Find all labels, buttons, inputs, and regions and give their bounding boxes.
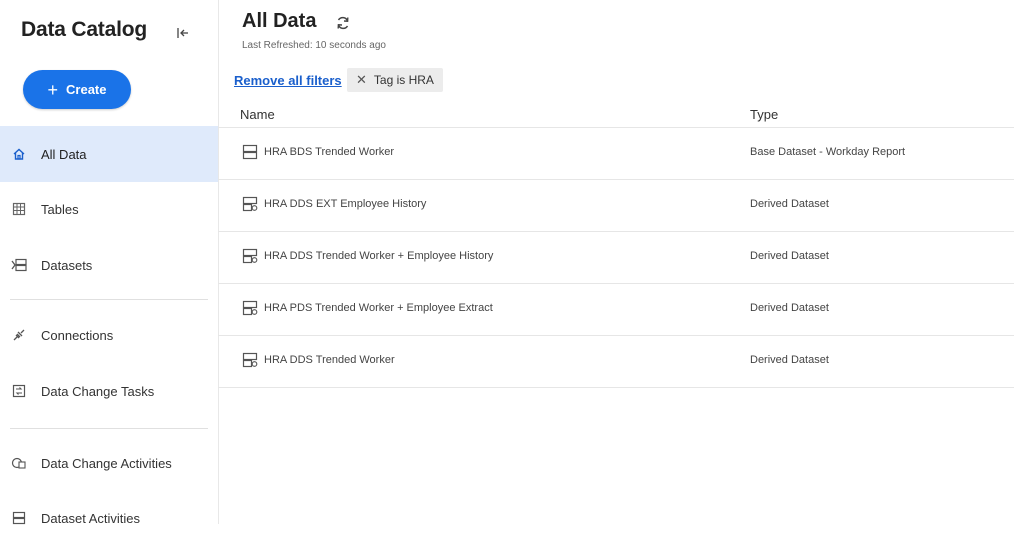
sidebar-item-data-change-activities[interactable]: Data Change Activities bbox=[0, 435, 218, 491]
derived-dataset-icon bbox=[242, 300, 258, 316]
table-row[interactable]: HRA PDS Trended Worker + Employee Extrac… bbox=[218, 284, 1014, 336]
sidebar-item-dataset-activities[interactable]: Dataset Activities bbox=[0, 490, 218, 546]
table-row[interactable]: HRA DDS Trended Worker + Employee Histor… bbox=[218, 232, 1014, 284]
sidebar-item-label: Data Change Tasks bbox=[41, 383, 155, 399]
page-title: All Data bbox=[242, 10, 317, 32]
row-name: HRA DDS EXT Employee History bbox=[264, 198, 427, 210]
plus-icon: + bbox=[47, 79, 59, 100]
sidebar-item-data-change-tasks[interactable]: Data Change Tasks bbox=[0, 363, 218, 419]
remove-all-filters-link[interactable]: Remove all filters bbox=[234, 73, 342, 88]
base-dataset-icon bbox=[242, 144, 258, 160]
sidebar-item-label: Dataset Activities bbox=[41, 510, 140, 526]
row-type: Derived Dataset bbox=[750, 302, 829, 314]
row-name: HRA BDS Trended Worker bbox=[264, 146, 395, 158]
row-name: HRA DDS Trended Worker + Employee Histor… bbox=[264, 250, 494, 262]
sidebar-item-label: Data Change Activities bbox=[41, 455, 172, 471]
filter-chip-label: Tag is HRA bbox=[373, 73, 434, 87]
derived-dataset-icon bbox=[242, 196, 258, 212]
sidebar-item-label: Tables bbox=[41, 201, 79, 217]
row-type: Derived Dataset bbox=[750, 354, 829, 366]
column-header-type[interactable]: Type bbox=[750, 107, 778, 122]
row-name: HRA PDS Trended Worker + Employee Extrac… bbox=[264, 302, 493, 314]
home-icon bbox=[10, 145, 28, 163]
table-row[interactable]: HRA BDS Trended Worker Base Dataset - Wo… bbox=[218, 128, 1014, 180]
refresh-icon[interactable] bbox=[335, 15, 351, 31]
column-header-name[interactable]: Name bbox=[240, 107, 275, 122]
close-icon[interactable]: ✕ bbox=[356, 72, 367, 88]
main-content: All Data Last Refreshed: 10 seconds ago … bbox=[218, 0, 1014, 524]
plug-icon bbox=[10, 326, 28, 344]
sidebar-item-label: Datasets bbox=[41, 257, 93, 273]
create-button[interactable]: + Create bbox=[23, 70, 131, 109]
last-refreshed-text: Last Refreshed: 10 seconds ago bbox=[242, 40, 386, 51]
row-name: HRA DDS Trended Worker bbox=[264, 354, 395, 366]
create-button-label: Create bbox=[66, 82, 107, 97]
row-type: Derived Dataset bbox=[750, 198, 829, 210]
sidebar-item-label: Connections bbox=[41, 327, 114, 343]
task-icon bbox=[10, 382, 28, 400]
table-row[interactable]: HRA DDS EXT Employee History Derived Dat… bbox=[218, 180, 1014, 232]
filter-chip[interactable]: ✕ Tag is HRA bbox=[347, 68, 443, 92]
activities-icon bbox=[10, 454, 28, 472]
sidebar-item-connections[interactable]: Connections bbox=[0, 307, 218, 363]
sidebar-item-all-data[interactable]: All Data bbox=[0, 126, 218, 182]
table-icon bbox=[10, 200, 28, 218]
derived-dataset-icon bbox=[242, 352, 258, 368]
row-type: Base Dataset - Workday Report bbox=[750, 146, 906, 158]
dataset-activities-icon bbox=[10, 509, 28, 527]
sidebar-item-label: All Data bbox=[41, 146, 87, 162]
table-row[interactable]: HRA DDS Trended Worker Derived Dataset bbox=[218, 336, 1014, 388]
row-type: Derived Dataset bbox=[750, 250, 829, 262]
sidebar-divider bbox=[10, 299, 208, 300]
app-title: Data Catalog bbox=[21, 18, 147, 41]
sidebar-divider bbox=[10, 428, 208, 429]
collapse-sidebar-icon[interactable] bbox=[176, 26, 190, 40]
sidebar-item-tables[interactable]: Tables bbox=[0, 181, 218, 237]
sidebar-item-datasets[interactable]: Datasets bbox=[0, 237, 218, 293]
sidebar: Data Catalog + Create All Data Tables Da… bbox=[0, 0, 219, 526]
datasets-icon bbox=[10, 256, 28, 274]
derived-dataset-icon bbox=[242, 248, 258, 264]
